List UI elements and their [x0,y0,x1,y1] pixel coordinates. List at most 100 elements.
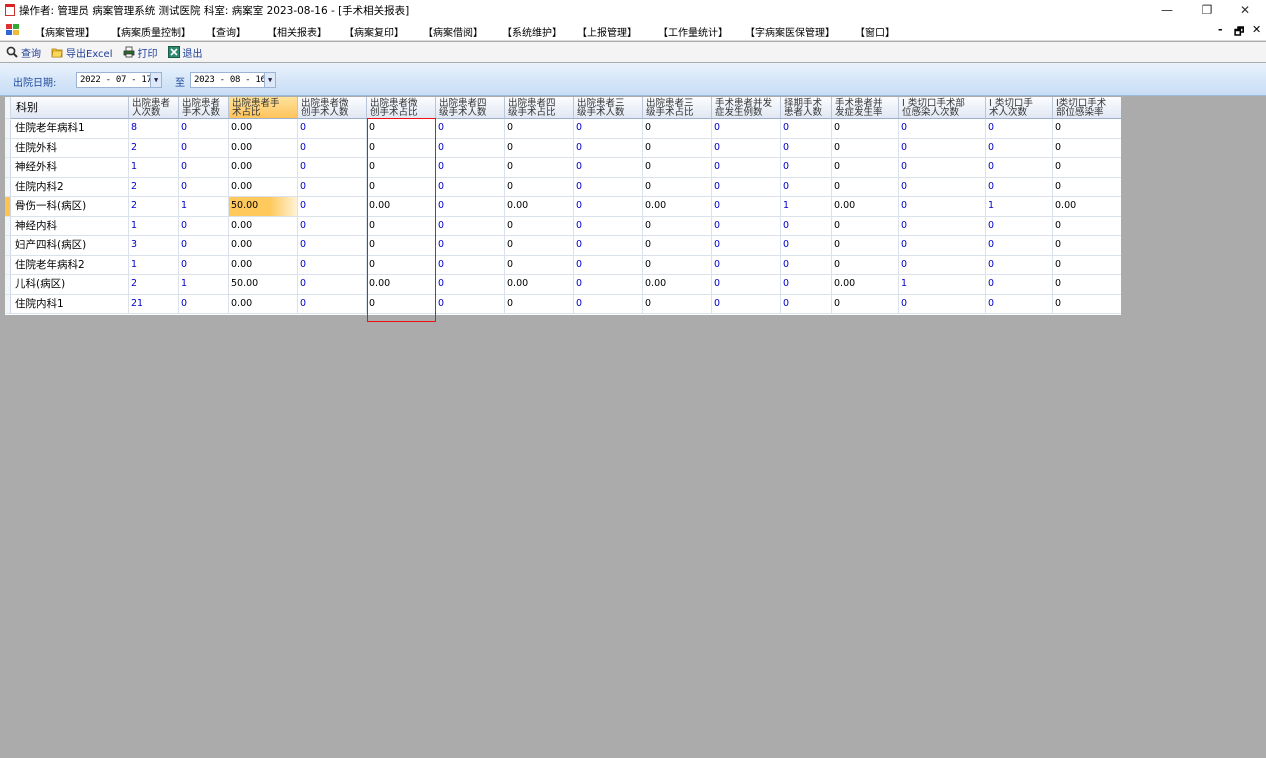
table-cell[interactable]: 0 [643,119,712,139]
table-row[interactable]: 住院老年病科1 8 0 0.00 0 0 0 0 0 0 0 0 0 0 0 0 [5,119,1121,139]
table-cell[interactable]: 0 [179,158,229,178]
table-cell[interactable]: 0 [643,158,712,178]
table-cell[interactable]: 0 [899,177,986,197]
table-cell[interactable]: 2 [129,138,179,158]
table-cell[interactable]: 0 [832,294,899,314]
table-cell[interactable]: 0 [574,177,643,197]
table-cell[interactable]: 0 [436,275,505,295]
table-cell[interactable]: 1 [179,197,229,217]
table-cell[interactable]: 0 [781,236,832,256]
chevron-down-icon[interactable]: ▼ [150,73,161,87]
table-cell[interactable]: 0.00 [367,275,436,295]
table-cell[interactable]: 50.00 [229,197,298,217]
table-cell[interactable]: 0 [179,177,229,197]
table-cell[interactable]: 0 [574,216,643,236]
table-cell[interactable]: 0 [436,138,505,158]
table-cell[interactable]: 0 [179,119,229,139]
query-button[interactable]: 查询 [6,45,41,60]
table-cell[interactable]: 0 [505,294,574,314]
table-cell[interactable]: 0.00 [643,275,712,295]
close-button[interactable]: ✕ [1225,0,1265,20]
table-cell[interactable]: 0 [832,119,899,139]
table-cell[interactable]: 0 [367,236,436,256]
table-cell[interactable]: 0 [436,158,505,178]
table-cell[interactable]: 0.00 [229,138,298,158]
table-cell[interactable]: 0 [574,158,643,178]
table-cell[interactable]: 0 [179,294,229,314]
table-cell[interactable]: 0 [781,119,832,139]
department-cell[interactable]: 住院老年病科2 [11,255,129,275]
column-header[interactable]: 择期手术 患者人数 [781,97,832,119]
table-row[interactable]: 神经内科 1 0 0.00 0 0 0 0 0 0 0 0 0 0 0 0 [5,216,1121,236]
table-cell[interactable]: 0 [986,158,1053,178]
table-cell[interactable]: 0 [832,255,899,275]
table-cell[interactable]: 21 [129,294,179,314]
table-cell[interactable]: 0 [574,294,643,314]
table-cell[interactable]: 2 [129,197,179,217]
print-button[interactable]: 打印 [123,45,158,60]
menu-insurance[interactable]: 【字病案医保管理】 [745,24,835,39]
table-cell[interactable]: 0 [986,177,1053,197]
department-cell[interactable]: 住院老年病科1 [11,119,129,139]
table-cell[interactable]: 0 [1053,158,1121,178]
table-cell[interactable]: 0 [899,158,986,178]
menu-record-management[interactable]: 【病案管理】 [35,24,95,39]
column-header[interactable]: 出院患者 人次数 [129,97,179,119]
table-cell[interactable]: 0 [832,158,899,178]
table-cell[interactable]: 0 [832,177,899,197]
column-header[interactable]: 出院患者四 级手术人数 [436,97,505,119]
table-cell[interactable]: 0 [298,197,367,217]
table-cell[interactable]: 0 [298,255,367,275]
table-cell[interactable]: 2 [129,275,179,295]
table-cell[interactable]: 0 [436,216,505,236]
table-cell[interactable]: 0.00 [229,216,298,236]
column-header[interactable]: 出院患者微 创手术占比 [367,97,436,119]
mdi-close-button[interactable]: ✕ [1252,23,1261,36]
table-cell[interactable]: 0 [712,177,781,197]
table-cell[interactable]: 0 [298,119,367,139]
table-cell[interactable]: 2 [129,177,179,197]
department-cell[interactable]: 住院内科2 [11,177,129,197]
table-cell[interactable]: 0 [899,216,986,236]
table-row[interactable]: 住院外科 2 0 0.00 0 0 0 0 0 0 0 0 0 0 0 0 [5,138,1121,158]
table-cell[interactable]: 50.00 [229,275,298,295]
table-cell[interactable]: 0 [436,236,505,256]
table-cell[interactable]: 0 [367,294,436,314]
table-cell[interactable]: 0 [899,197,986,217]
table-cell[interactable]: 0 [436,294,505,314]
column-header[interactable]: 科别 [11,97,129,119]
table-cell[interactable]: 0.00 [229,255,298,275]
table-cell[interactable]: 0 [712,138,781,158]
table-cell[interactable]: 0 [574,119,643,139]
table-cell[interactable]: 0 [505,216,574,236]
table-cell[interactable]: 0 [179,216,229,236]
table-cell[interactable]: 0 [832,236,899,256]
table-cell[interactable]: 3 [129,236,179,256]
menu-window[interactable]: 【窗口】 [855,24,895,39]
table-cell[interactable]: 1 [129,158,179,178]
table-cell[interactable]: 0 [643,216,712,236]
table-cell[interactable]: 0 [179,255,229,275]
table-cell[interactable]: 0 [899,119,986,139]
table-cell[interactable]: 0 [712,119,781,139]
mdi-restore-button[interactable]: 🗗 [1234,23,1244,42]
table-cell[interactable]: 0 [986,236,1053,256]
table-cell[interactable]: 0 [643,236,712,256]
table-cell[interactable]: 0 [298,294,367,314]
column-header[interactable]: 出院患者三 级手术人数 [574,97,643,119]
table-cell[interactable]: 0 [367,158,436,178]
table-cell[interactable]: 0 [643,255,712,275]
table-cell[interactable]: 0 [574,236,643,256]
table-cell[interactable]: 0 [781,216,832,236]
column-header[interactable]: 出院患者 手术人数 [179,97,229,119]
table-cell[interactable]: 0 [298,138,367,158]
table-cell[interactable]: 0 [505,236,574,256]
table-cell[interactable]: 1 [129,255,179,275]
table-cell[interactable]: 0 [179,236,229,256]
table-cell[interactable]: 0.00 [229,294,298,314]
table-cell[interactable]: 0 [1053,295,1121,314]
menu-system-maintenance[interactable]: 【系统维护】 [502,24,562,39]
table-cell[interactable]: 0 [781,138,832,158]
table-cell[interactable]: 0 [986,119,1053,139]
table-cell[interactable]: 0 [781,255,832,275]
